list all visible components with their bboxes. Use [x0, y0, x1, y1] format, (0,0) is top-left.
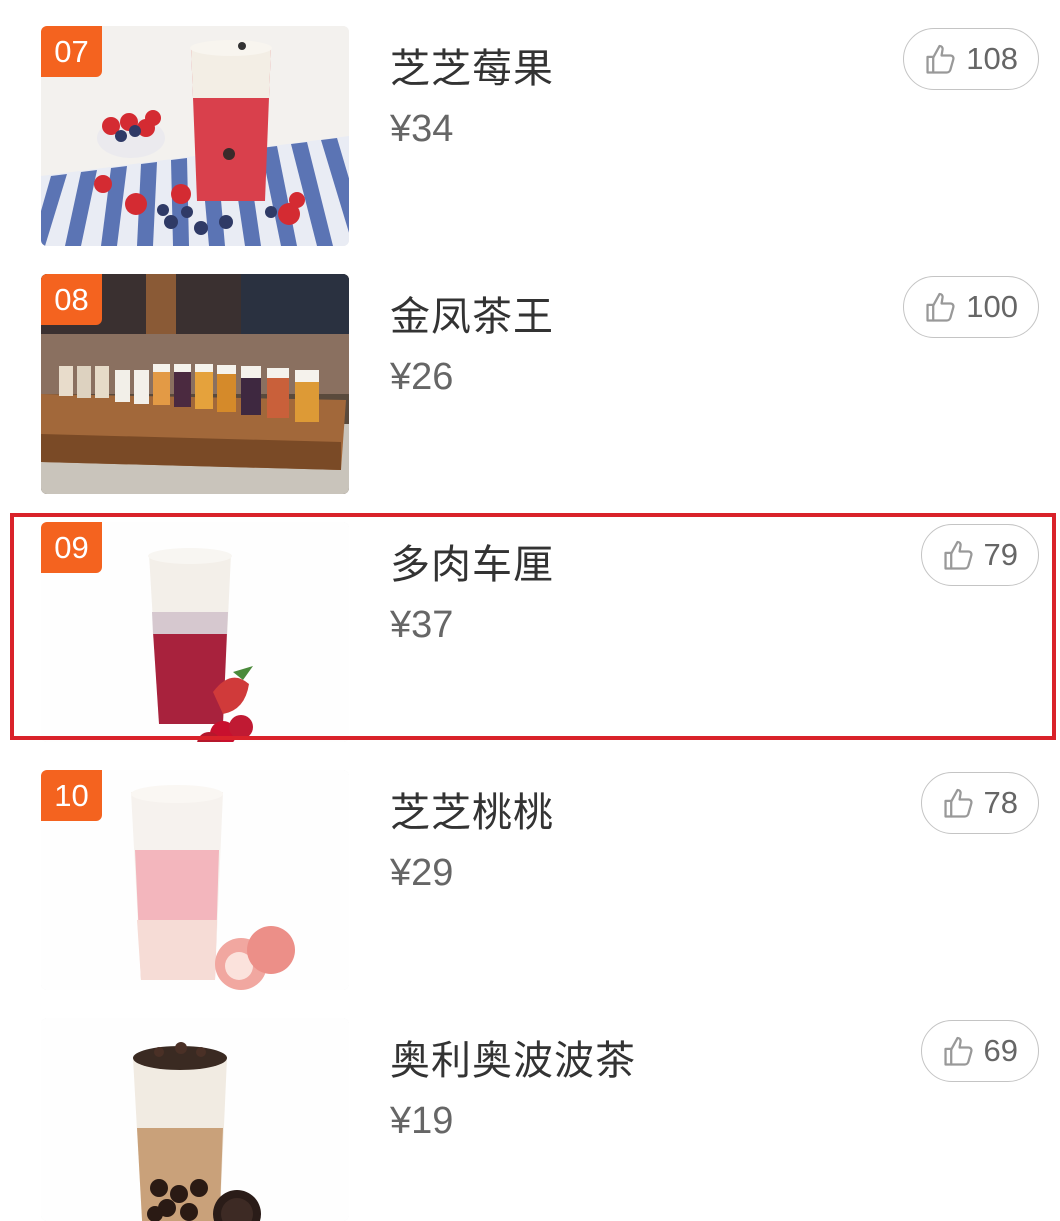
thumbs-up-icon	[926, 44, 955, 74]
thumbs-up-icon	[943, 540, 973, 570]
product-price: ¥37	[390, 604, 454, 646]
rank-badge: 08	[41, 274, 102, 325]
product-name[interactable]: 芝芝莓果	[390, 36, 554, 94]
product-price: ¥26	[390, 356, 454, 398]
product-name[interactable]: 多肉车厘	[390, 532, 554, 590]
oreo-boba-image	[41, 1018, 349, 1221]
like-count: 100	[966, 289, 1018, 324]
product-price: ¥29	[390, 852, 454, 894]
like-button[interactable]: 78	[920, 772, 1039, 834]
rank-badge: 09	[41, 522, 102, 573]
like-button[interactable]: 79	[920, 524, 1039, 586]
like-count: 108	[966, 41, 1018, 76]
product-price: ¥34	[390, 108, 454, 150]
product-name[interactable]: 芝芝桃桃	[390, 780, 554, 838]
rank-badge: 07	[41, 26, 102, 77]
like-button[interactable]: 100	[903, 276, 1039, 338]
list-item[interactable]: 10 芝芝桃桃 ¥29 78	[0, 744, 1060, 992]
like-button[interactable]: 108	[903, 28, 1039, 90]
product-price: ¥19	[390, 1100, 454, 1142]
like-count: 79	[983, 537, 1018, 572]
list-item[interactable]: 09 多肉车厘 ¥37 79	[0, 496, 1060, 744]
like-count: 69	[983, 1033, 1018, 1068]
list-item[interactable]: 奥利奥波波茶 ¥19 69	[0, 992, 1060, 1221]
product-name[interactable]: 金凤茶王	[390, 284, 554, 342]
list-item[interactable]: 07 芝芝莓果 ¥34 108	[0, 0, 1060, 248]
thumbs-up-icon	[943, 788, 973, 818]
product-name[interactable]: 奥利奥波波茶	[390, 1028, 636, 1086]
product-image[interactable]	[41, 1018, 349, 1221]
like-button[interactable]: 69	[920, 1020, 1039, 1082]
like-count: 78	[983, 785, 1018, 820]
list-item[interactable]: 08 金凤茶王 ¥26 100	[0, 248, 1060, 496]
rank-badge: 10	[41, 770, 102, 821]
thumbs-up-icon	[926, 292, 955, 322]
thumbs-up-icon	[943, 1036, 973, 1066]
